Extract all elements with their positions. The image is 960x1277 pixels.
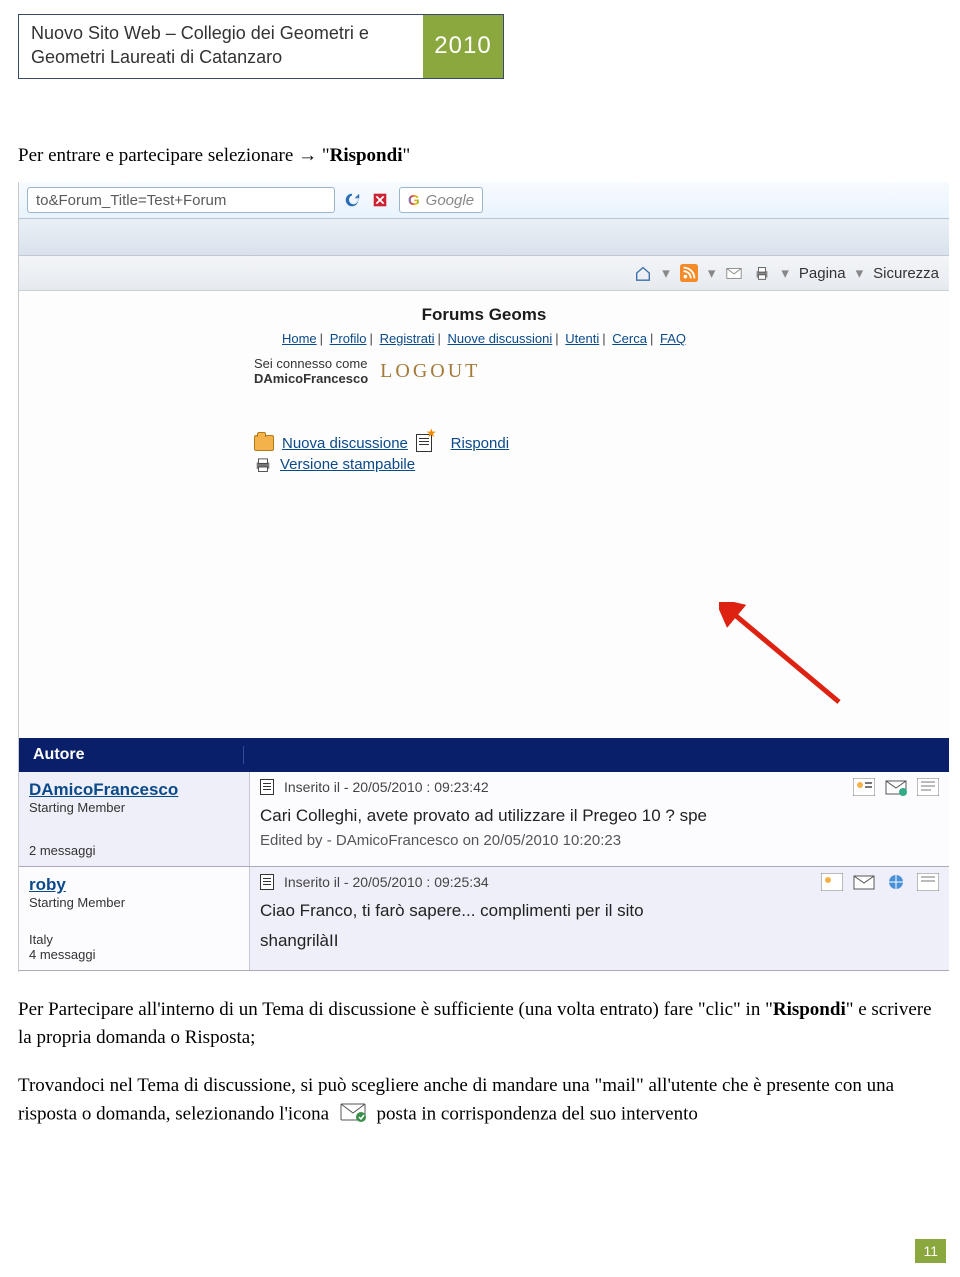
sep3: ▾ [781,264,789,282]
p1-quote-close: " [402,145,410,166]
post-meta: Inserito il - 20/05/2010 : 09:25:34 [260,873,939,891]
post-cell: Inserito il - 20/05/2010 : 09:23:42 Cari… [250,772,949,866]
sep: ▾ [662,264,670,282]
print-version-link[interactable]: Versione stampabile [280,456,415,473]
author-cell: roby Starting Member Italy 4 messaggi [19,867,250,970]
p1-text: Per entrare e partecipare selezionare [18,145,298,166]
post-signature: shangrilàII [260,931,939,951]
post-date: Inserito il - 20/05/2010 : 09:25:34 [284,874,489,890]
url-field[interactable]: to&Forum_Title=Test+Forum [27,187,335,213]
author-role: Starting Member [29,895,239,910]
printer-icon [254,458,272,472]
thread-table: Autore DAmicoFrancesco Starting Member 2… [19,738,949,971]
arrow-right-icon: → [298,145,317,166]
thread-header: Autore [19,738,949,772]
paragraph-1: Per entrare e partecipare selezionare → … [18,142,410,170]
doc-header: Nuovo Sito Web – Collegio dei Geometri e… [18,14,504,79]
post-body: Ciao Franco, ti farò sapere... complimen… [260,901,939,921]
url-text: to&Forum_Title=Test+Forum [36,192,226,209]
stop-icon[interactable] [371,191,389,209]
author-link[interactable]: DAmicoFrancesco [29,780,239,800]
author-country: Italy [29,932,239,947]
p1-quote-open: " [317,145,330,166]
nav-cerca[interactable]: Cerca [612,331,647,346]
send-mail-icon[interactable] [853,873,875,891]
google-icon: G [408,192,420,209]
nav-faq[interactable]: FAQ [660,331,686,346]
p3-text-b: posta in corrispondenza del suo interven… [377,1103,698,1124]
home-icon[interactable] [634,264,652,282]
doc-title: Nuovo Sito Web – Collegio dei Geometri e… [19,15,423,78]
paragraph-3: Trovandoci nel Tema di discussione, si p… [18,1072,948,1130]
login-info: Sei connesso come DAmicoFrancesco LOGOUT [254,356,714,386]
mail-icon[interactable] [725,264,743,282]
login-user: DAmicoFrancesco [254,371,368,386]
author-msgcount: 4 messaggi [29,947,239,962]
page-number: 11 [915,1239,946,1263]
post-cell: Inserito il - 20/05/2010 : 09:25:34 Ciao… [250,867,949,970]
send-mail-icon[interactable] [885,778,907,796]
p2-bold: Rispondi [773,999,846,1020]
post-meta: Inserito il - 20/05/2010 : 09:23:42 [260,778,939,796]
star-icon: ★ [426,426,437,444]
paragraph-2: Per Partecipare all'interno di un Tema d… [18,996,948,1051]
profile-icon[interactable] [853,778,875,796]
nav-utenti[interactable]: Utenti [565,331,599,346]
nav-profilo[interactable]: Profilo [330,331,367,346]
browser-toolbar: ▾ ▾ ▾ Pagina ▾ Sicurezza [19,256,949,291]
sep2: ▾ [708,264,716,282]
author-role: Starting Member [29,800,239,815]
login-label: Sei connesso come [254,356,368,371]
author-msgcount: 2 messaggi [29,843,239,858]
table-row: roby Starting Member Italy 4 messaggi In… [19,867,949,971]
col-author-header: Autore [19,746,244,764]
forum-actions: Nuova discussione ★ Rispondi Versione st… [254,434,714,473]
doc-icon [260,779,274,795]
post-body: Cari Colleghi, avete provato ad utilizza… [260,806,939,826]
reply-link[interactable]: Rispondi [451,435,509,452]
p2-text-a: Per Partecipare all'interno di un Tema d… [18,999,773,1020]
nav-nuove[interactable]: Nuove discussioni [448,331,553,346]
browser-tabbar [19,219,949,256]
profile-icon[interactable] [821,873,843,891]
quote-icon[interactable] [917,778,939,796]
mail-inline-icon [340,1100,366,1131]
quote-icon[interactable] [917,873,939,891]
doc-title-line1: Nuovo Sito Web – Collegio dei Geometri e [31,23,369,43]
browser-screenshot: to&Forum_Title=Test+Forum G Google ▾ ▾ ▾… [18,182,949,972]
author-link[interactable]: roby [29,875,239,895]
print-icon[interactable] [753,264,771,282]
nav-home[interactable]: Home [282,331,317,346]
nav-registrati[interactable]: Registrati [380,331,435,346]
refresh-icon[interactable] [343,191,361,209]
browser-search[interactable]: G Google [399,187,483,213]
address-bar: to&Forum_Title=Test+Forum G Google [19,182,949,219]
toolbar-sicurezza[interactable]: Sicurezza [873,265,939,282]
rss-icon[interactable] [680,264,698,282]
folder-icon [254,435,274,451]
www-icon[interactable] [885,873,907,891]
post-date: Inserito il - 20/05/2010 : 09:23:42 [284,779,489,795]
doc-icon [260,874,274,890]
addr-actions [343,191,389,209]
new-discussion-link[interactable]: Nuova discussione [282,435,408,452]
doc-year: 2010 [423,15,503,78]
search-placeholder: Google [426,192,474,209]
forum-nav: Home| Profilo| Registrati| Nuove discuss… [19,331,949,346]
author-cell: DAmicoFrancesco Starting Member 2 messag… [19,772,250,866]
red-arrow-annotation [719,602,859,722]
toolbar-pagina[interactable]: Pagina [799,265,846,282]
sep4: ▾ [856,264,864,282]
table-row: DAmicoFrancesco Starting Member 2 messag… [19,772,949,867]
logout-link[interactable]: LOGOUT [380,360,480,383]
p1-bold: Rispondi [330,145,403,166]
doc-title-line2: Geometri Laureati di Catanzaro [31,47,282,67]
forum-area: Forums Geoms Home| Profilo| Registrati| … [19,291,949,473]
post-edited: Edited by - DAmicoFrancesco on 20/05/201… [260,832,939,849]
forum-title: Forums Geoms [19,305,949,325]
